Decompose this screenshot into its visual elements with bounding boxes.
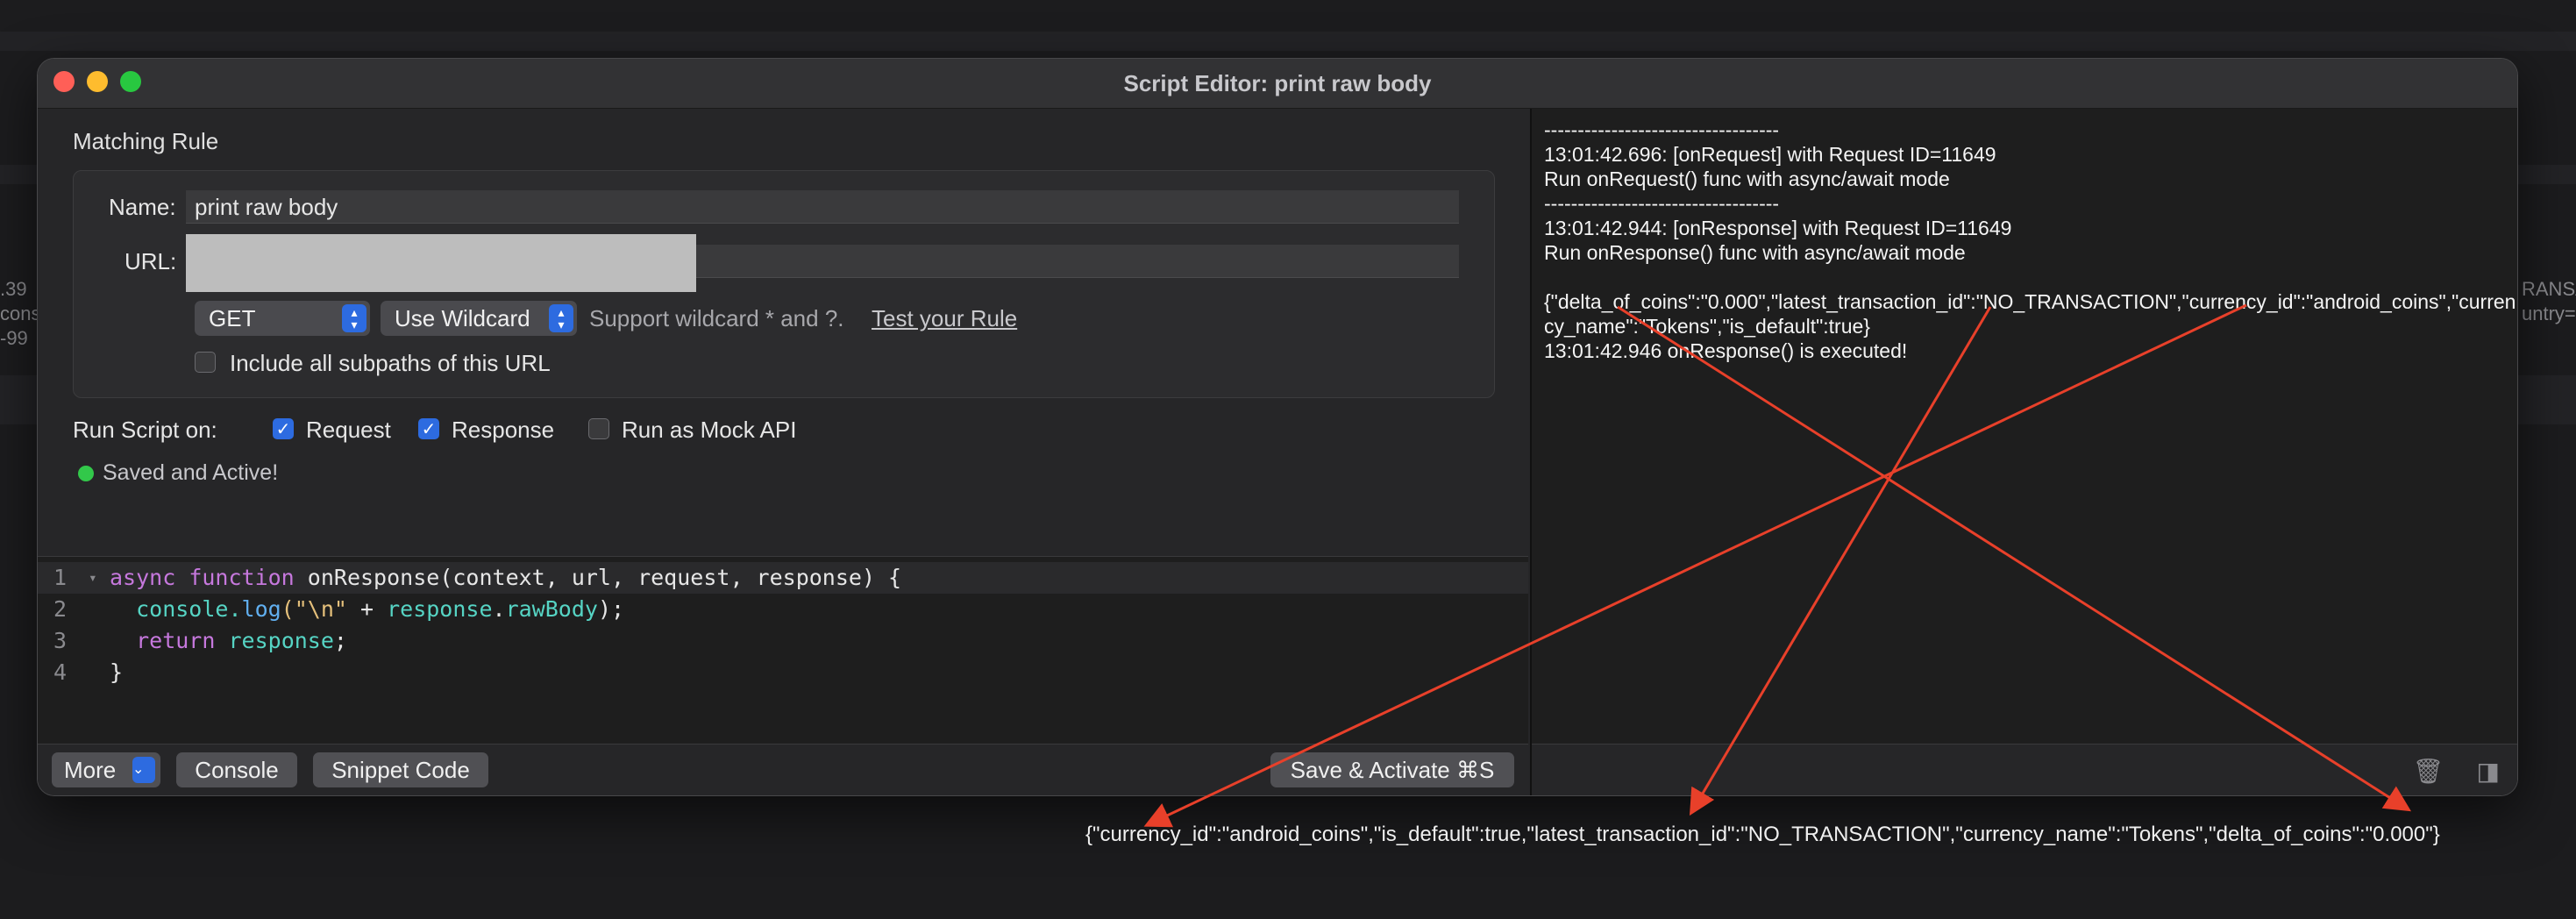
console-line: 13:01:42.944: [onResponse] with Request … [1544, 217, 2012, 239]
name-label: Name: [109, 194, 176, 220]
console-line: 13:01:42.696: [onRequest] with Request I… [1544, 143, 1996, 166]
console-line: Run onResponse() func with async/await m… [1544, 241, 1966, 264]
close-button[interactable] [53, 71, 75, 92]
fold-icon[interactable]: ▾ [89, 562, 97, 594]
line-number: 2 [53, 596, 68, 622]
window-title: Script Editor: print raw body [1123, 69, 1432, 96]
method-popup[interactable]: GET ▴ ▾ [195, 301, 370, 336]
chevron-down-icon: ⌄ [132, 757, 155, 783]
stepper-icon: ▴ ▾ [549, 304, 573, 332]
line-number: 4 [53, 659, 68, 685]
section-title: Matching Rule [73, 128, 219, 154]
request-label: Request [306, 417, 391, 443]
zoom-button[interactable] [120, 71, 141, 92]
snippet-code-button[interactable]: Snippet Code [313, 752, 488, 787]
line-number: 1 [53, 565, 68, 590]
bg-fragment-right: RANSA untry= [2522, 278, 2576, 324]
response-label: Response [452, 417, 555, 443]
more-label: More [64, 757, 117, 783]
match-mode-value: Use Wildcard [395, 305, 530, 331]
console-toolbar: 🗑 ◨ [1532, 744, 2517, 795]
code-line: 1 ▾ async function onResponse(context, u… [38, 562, 1528, 594]
match-mode-popup[interactable]: Use Wildcard ▴ ▾ [381, 301, 577, 336]
traffic-lights [53, 71, 141, 92]
more-button[interactable]: More ⌄ [52, 752, 160, 787]
status-indicator [78, 466, 94, 481]
stepper-icon: ▴ ▾ [342, 304, 366, 332]
redacted-url [186, 234, 696, 292]
bottom-toolbar: More ⌄ Console Snippet Code Save & Activ… [38, 744, 1528, 795]
console-line: ----------------------------------- [1544, 118, 1780, 141]
request-checkbox[interactable]: ✓ [273, 418, 294, 439]
name-field[interactable]: print raw body [186, 190, 1459, 224]
subpaths-checkbox[interactable] [195, 352, 216, 373]
run-on-label: Run Script on: [73, 417, 217, 443]
mock-api-label: Run as Mock API [622, 417, 797, 443]
console-pane: ----------------------------------- 13:0… [1530, 109, 2517, 795]
sidebar-toggle-icon[interactable]: ◨ [2477, 757, 2500, 786]
console-line: 13:01:42.946 onResponse() is executed! [1544, 339, 1908, 362]
matching-rule-box: Name: print raw body URL: GET ▴ ▾ Use Wil… [73, 170, 1495, 398]
url-label: URL: [125, 248, 177, 274]
minimize-button[interactable] [87, 71, 108, 92]
test-rule-link[interactable]: Test your Rule [872, 305, 1017, 332]
code-line: 2 console.log("\n" + response.rawBody); [38, 594, 1528, 625]
wildcard-hint: Support wildcard * and ?. [589, 305, 844, 331]
mock-api-checkbox[interactable] [588, 418, 609, 439]
console-button[interactable]: Console [176, 752, 297, 787]
rule-pane: Matching Rule Name: print raw body URL: … [38, 109, 1528, 795]
console-line: ----------------------------------- [1544, 192, 1780, 215]
method-value: GET [209, 305, 256, 331]
trash-icon[interactable]: 🗑 [2412, 757, 2444, 786]
subpaths-label: Include all subpaths of this URL [230, 350, 551, 376]
code-line: 3 return response; [38, 625, 1528, 657]
console-line: Run onRequest() func with async/await mo… [1544, 167, 1950, 190]
status-text: Saved and Active! [103, 460, 279, 485]
save-activate-button[interactable]: Save & Activate ⌘S [1270, 752, 1514, 787]
bg-band [0, 32, 2576, 51]
script-editor-window: Script Editor: print raw body Matching R… [37, 58, 2518, 796]
line-number: 3 [53, 628, 68, 653]
console-output: ----------------------------------- 13:0… [1544, 118, 2517, 363]
titlebar: Script Editor: print raw body [38, 59, 2517, 109]
response-checkbox[interactable]: ✓ [418, 418, 439, 439]
console-line: {"delta_of_coins":"0.000","latest_transa… [1544, 290, 2516, 338]
code-line: 4 } [38, 657, 1528, 688]
reordered-json-output: {"currency_id":"android_coins","is_defau… [1085, 823, 2440, 846]
bg-fragment-left: .39 cons -99 [0, 278, 41, 349]
